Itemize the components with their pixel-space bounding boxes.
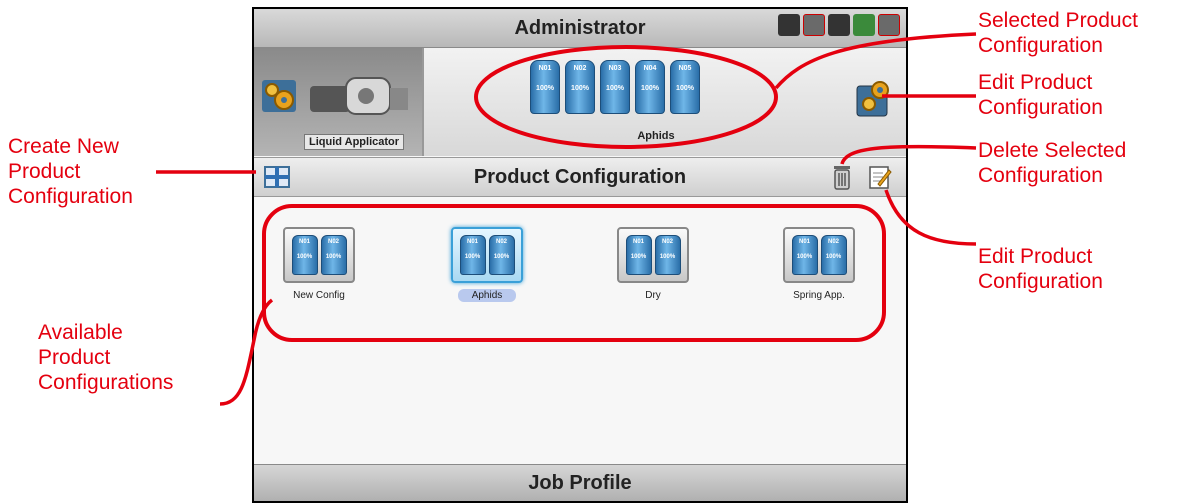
selected-config-ellipse [474,45,778,149]
callout-line-text: Selected Product [978,9,1138,32]
callout-line-text: Product [38,346,111,369]
callout-edit-product-configuration-bottom: Edit Product Configuration [978,244,1103,294]
callout-line-text: Configuration [978,164,1103,187]
callout-edit-product-configuration-top: Edit Product Configuration [978,70,1103,120]
callout-line-text: Configuration [978,34,1103,57]
callout-line-text: Product [8,160,81,183]
callout-line-text: Configuration [8,185,133,208]
callout-line [840,144,977,165]
callout-line-text: Create New [8,135,119,158]
callout-available-product-configurations: Available Product Configurations [38,320,173,395]
callout-line-text: Configuration [978,96,1103,119]
callout-line-text: Edit Product [978,71,1093,94]
available-configs-outline [262,204,886,342]
callout-delete-selected-configuration: Delete Selected Configuration [978,138,1126,188]
callout-line-text: Configurations [38,371,174,394]
callout-line [884,189,977,246]
callout-line-text: Available [38,321,123,344]
callout-create-new-product-configuration: Create New Product Configuration [8,134,133,209]
callout-line [774,32,977,90]
callout-line-text: Delete Selected [978,139,1127,162]
callout-line-text: Configuration [978,270,1103,293]
callout-line-text: Edit Product [978,245,1093,268]
callout-selected-product-configuration: Selected Product Configuration [978,8,1138,58]
